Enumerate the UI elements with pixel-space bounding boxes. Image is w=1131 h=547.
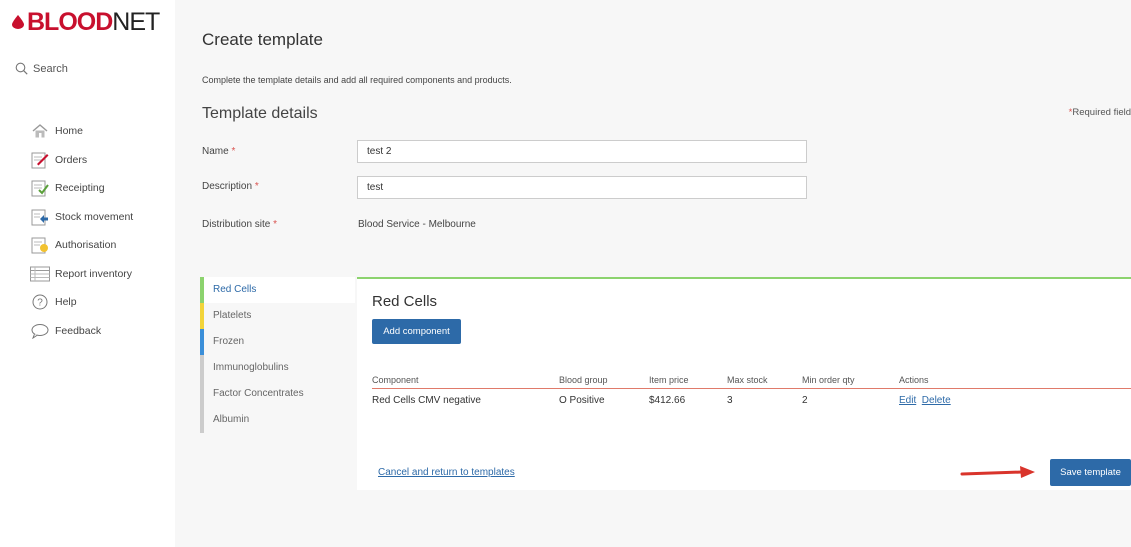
svg-text:?: ? — [37, 298, 43, 309]
required-field-note: *Required field — [1069, 107, 1131, 118]
nav-item-feedback[interactable]: Feedback — [30, 317, 133, 346]
description-required-marker: * — [254, 181, 259, 192]
category-factor-concentrates[interactable]: Factor Concentrates — [200, 381, 355, 407]
nav-label-stock-movement: Stock movement — [55, 210, 134, 223]
description-label: Description * — [202, 181, 259, 192]
distribution-site-value: Blood Service - Melbourne — [358, 219, 476, 230]
edit-link[interactable]: Edit — [899, 395, 916, 406]
column-header-item-price: Item price — [649, 375, 689, 385]
column-header-blood-group: Blood group — [559, 375, 608, 385]
logo-text-blood: BLOOD — [27, 8, 113, 36]
column-header-max-stock: Max stock — [727, 375, 768, 385]
table-row: Red Cells CMV negative O Positive $412.6… — [372, 389, 1131, 411]
section-title: Template details — [202, 105, 318, 122]
name-input[interactable] — [357, 140, 807, 163]
delete-link[interactable]: Delete — [922, 395, 951, 406]
nav-item-home[interactable]: Home — [30, 117, 133, 146]
nav-label-feedback: Feedback — [55, 324, 102, 337]
cell-actions: Edit Delete — [899, 395, 1131, 406]
cell-max-stock: 3 — [727, 394, 733, 406]
search-label: Search — [33, 62, 68, 75]
nav-label-report-inventory: Report inventory — [55, 267, 133, 280]
search-link[interactable]: Search — [15, 62, 68, 75]
category-frozen[interactable]: Frozen — [200, 329, 355, 355]
name-required-marker: * — [231, 146, 236, 157]
nav-item-receipting[interactable]: Receipting — [30, 174, 133, 203]
required-field-text: Required field — [1072, 107, 1131, 118]
column-header-component: Component — [372, 375, 419, 385]
nav-label-home: Home — [55, 125, 84, 138]
blood-drop-icon — [12, 15, 24, 29]
component-table: Component Blood group Item price Max sto… — [372, 373, 1131, 411]
home-icon — [30, 122, 50, 140]
page-intro: Complete the template details and add al… — [202, 75, 512, 85]
category-list: Red Cells Platelets Frozen Immunoglobuli… — [200, 277, 355, 433]
orders-icon — [30, 151, 50, 169]
nav-label-authorisation: Authorisation — [55, 239, 117, 252]
save-template-button[interactable]: Save template — [1050, 459, 1131, 486]
name-label: Name * — [202, 146, 235, 157]
nav-label-help: Help — [55, 296, 77, 309]
component-panel: Red Cells Add component Component Blood … — [357, 277, 1131, 490]
search-icon — [15, 62, 28, 75]
column-header-min-order-qty: Min order qty — [802, 375, 855, 385]
cell-component: Red Cells CMV negative — [372, 394, 481, 406]
column-header-actions: Actions — [899, 375, 929, 385]
cell-blood-group: O Positive — [559, 394, 605, 406]
stock-movement-icon — [30, 208, 50, 226]
distribution-site-label: Distribution site * — [202, 219, 277, 230]
nav-item-stock-movement[interactable]: Stock movement — [30, 203, 133, 232]
cell-item-price: $412.66 — [649, 394, 686, 406]
nav-item-help[interactable]: ? Help — [30, 288, 133, 317]
nav-item-orders[interactable]: Orders — [30, 146, 133, 175]
table-header: Component Blood group Item price Max sto… — [372, 373, 1131, 389]
cancel-return-link[interactable]: Cancel and return to templates — [378, 467, 515, 478]
cell-min-order-qty: 2 — [802, 394, 808, 406]
category-albumin[interactable]: Albumin — [200, 407, 355, 433]
red-arrow-annotation — [960, 466, 1035, 478]
name-label-text: Name — [202, 146, 229, 157]
logo-text-net: NET — [112, 8, 160, 36]
add-component-button[interactable]: Add component — [372, 319, 461, 344]
authorisation-icon — [30, 236, 50, 254]
page-title: Create template — [202, 30, 323, 49]
panel-title: Red Cells — [372, 293, 438, 310]
distribution-site-required-marker: * — [273, 219, 278, 230]
receipting-icon — [30, 179, 50, 197]
main-content: Create template Complete the template de… — [175, 0, 1131, 547]
bloodnet-logo[interactable]: BLOODNET — [12, 8, 160, 37]
distribution-site-label-text: Distribution site — [202, 219, 271, 230]
nav-label-orders: Orders — [55, 153, 88, 166]
nav-label-receipting: Receipting — [55, 182, 105, 195]
description-label-text: Description — [202, 181, 253, 192]
report-inventory-icon — [30, 265, 50, 283]
category-red-cells[interactable]: Red Cells — [200, 277, 355, 303]
category-platelets[interactable]: Platelets — [200, 303, 355, 329]
nav-item-report-inventory[interactable]: Report inventory — [30, 260, 133, 289]
help-icon: ? — [30, 293, 50, 311]
sidebar: BLOODNET Search Home Orders Receipting S… — [0, 0, 175, 547]
description-input[interactable] — [357, 176, 807, 199]
feedback-icon — [30, 322, 50, 340]
main-nav: Home Orders Receipting Stock movement Au… — [30, 117, 133, 345]
category-immunoglobulins[interactable]: Immunoglobulins — [200, 355, 355, 381]
nav-item-authorisation[interactable]: Authorisation — [30, 231, 133, 260]
